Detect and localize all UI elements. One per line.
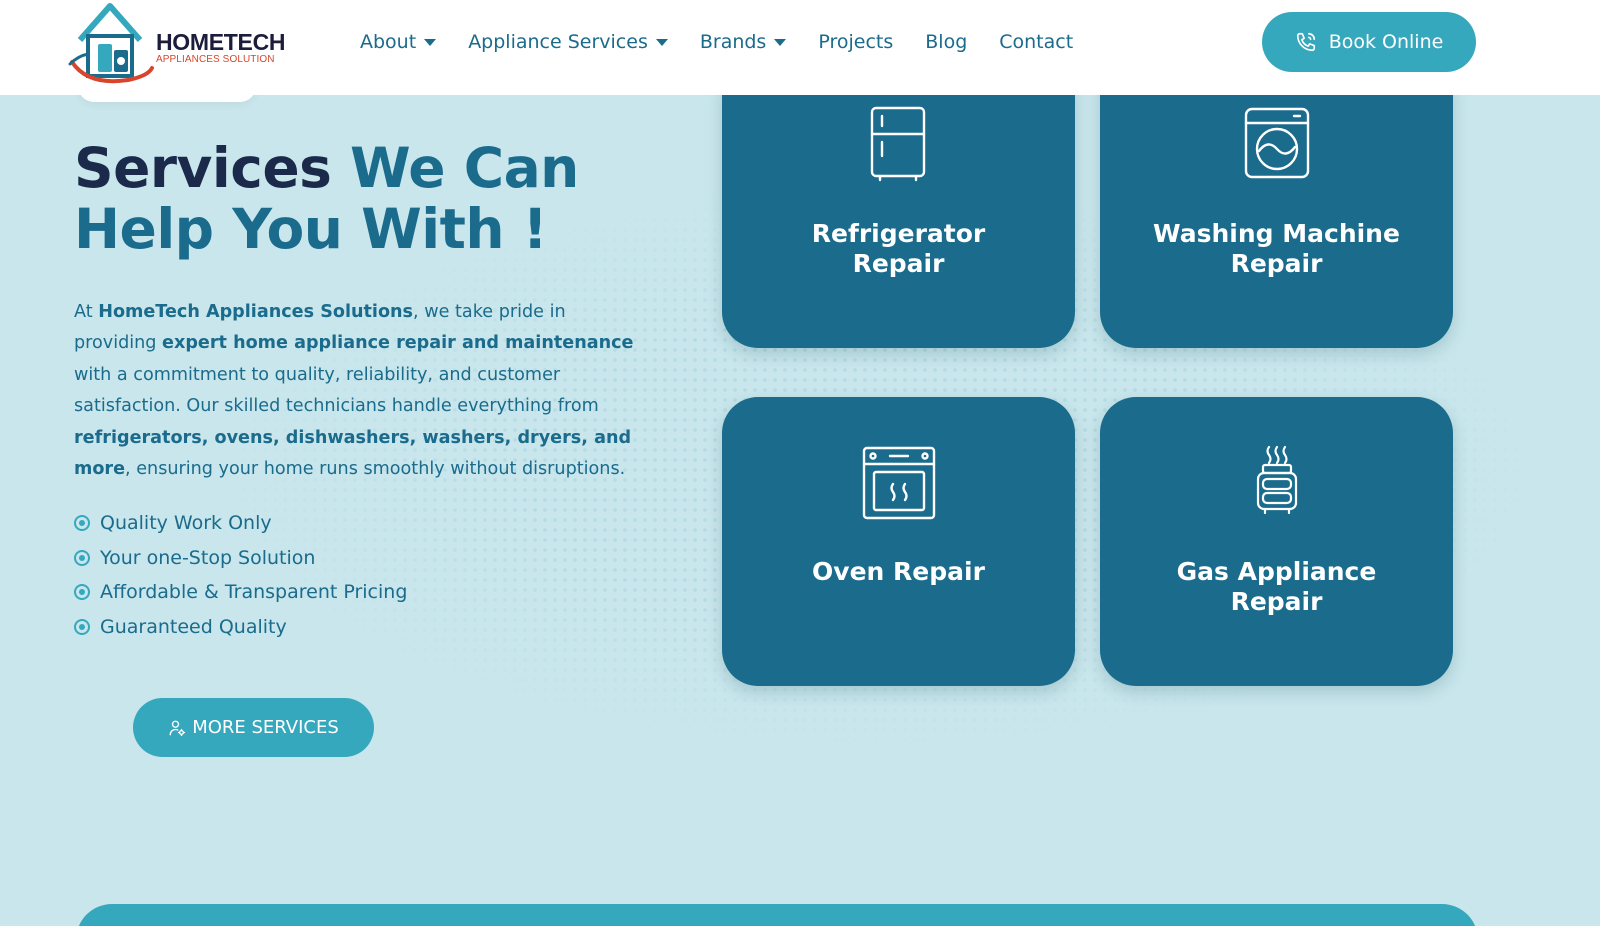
gas-appliance-icon [1256, 445, 1298, 515]
nav-item-blog[interactable]: Blog [925, 31, 967, 53]
list-item-label: Quality Work Only [100, 512, 272, 535]
nav-item-appliance-services[interactable]: Appliance Services [468, 31, 668, 53]
bottom-section-band [76, 904, 1478, 926]
caret-down-icon [655, 38, 668, 46]
nav-item-label: Brands [699, 31, 767, 53]
book-online-label: Book Online [1328, 31, 1444, 53]
para-text: At [74, 302, 99, 322]
more-services-label: MORE SERVICES [192, 717, 339, 738]
oven-icon [862, 446, 936, 520]
list-item: Your one-Stop Solution [74, 541, 407, 576]
service-card-oven[interactable]: Oven Repair [722, 397, 1075, 686]
list-item: Quality Work Only [74, 506, 407, 541]
bullet-circle-icon [74, 515, 90, 532]
user-gear-icon [169, 720, 186, 736]
list-item-label: Guaranteed Quality [100, 615, 287, 638]
nav-item-label: About [360, 31, 417, 53]
service-card-washing-machine[interactable]: Washing Machine Repair [1100, 60, 1453, 348]
para-text: , ensuring your home runs smoothly witho… [125, 459, 626, 480]
service-card-title: Refrigerator Repair [811, 219, 986, 278]
nav-item-label: Blog [925, 31, 968, 53]
title-teal-part-1: We Can [350, 136, 579, 200]
list-item: Affordable & Transparent Pricing [74, 575, 407, 610]
para-bold-company: HomeTech Appliances Solutions [98, 302, 414, 322]
washing-machine-icon [1244, 107, 1310, 179]
bullet-circle-icon [74, 584, 90, 601]
logo[interactable]: HOMETECH APPLIANCES SOLUTION [68, 0, 288, 88]
nav-item-about[interactable]: About [360, 31, 437, 53]
service-card-title: Washing Machine Repair [1153, 219, 1400, 278]
intro-paragraph: At HomeTech Appliances Solutions, we tak… [74, 297, 642, 485]
nav-item-label: Appliance Services [468, 31, 648, 53]
book-online-button[interactable]: Book Online [1262, 12, 1476, 72]
nav-item-label: Projects [818, 31, 894, 53]
logo-tagline: APPLIANCES SOLUTION [156, 54, 275, 65]
caret-down-icon [774, 38, 787, 46]
phone-icon [1296, 32, 1315, 52]
refrigerator-icon [870, 106, 926, 182]
title-teal-part-2: Help You With ! [74, 197, 548, 261]
caret-down-icon [424, 38, 437, 46]
logo-house-icon [68, 3, 154, 84]
feature-checklist: Quality Work Only Your one-Stop Solution… [74, 506, 407, 644]
bullet-circle-icon [74, 618, 90, 635]
logo-name: HOMETECH [156, 29, 286, 55]
nav-item-label: Contact [999, 31, 1074, 53]
list-item: Guaranteed Quality [74, 610, 407, 645]
nav-item-brands[interactable]: Brands [700, 31, 787, 53]
page-title: Services We Can Help You With ! [74, 138, 674, 260]
para-bold-service: expert home appliance repair and mainten… [162, 333, 634, 354]
more-services-button[interactable]: MORE SERVICES [133, 698, 374, 757]
site-header: HOMETECH APPLIANCES SOLUTION About Appli… [0, 0, 1600, 95]
para-text: with a commitment to quality, reliabilit… [74, 364, 599, 417]
nav-item-contact[interactable]: Contact [999, 31, 1073, 53]
list-item-label: Your one-Stop Solution [100, 546, 316, 569]
service-card-title: Gas Appliance Repair [1176, 557, 1377, 616]
service-card-title: Oven Repair [812, 557, 985, 586]
list-item-label: Affordable & Transparent Pricing [100, 581, 408, 604]
main-nav: About Appliance Services Brands Projects… [360, 28, 1073, 56]
service-card-gas-appliance[interactable]: Gas Appliance Repair [1100, 397, 1453, 686]
title-dark-part: Services [74, 136, 351, 200]
service-card-refrigerator[interactable]: Refrigerator Repair [722, 60, 1075, 348]
nav-item-projects[interactable]: Projects [818, 31, 893, 53]
bullet-circle-icon [74, 549, 90, 566]
